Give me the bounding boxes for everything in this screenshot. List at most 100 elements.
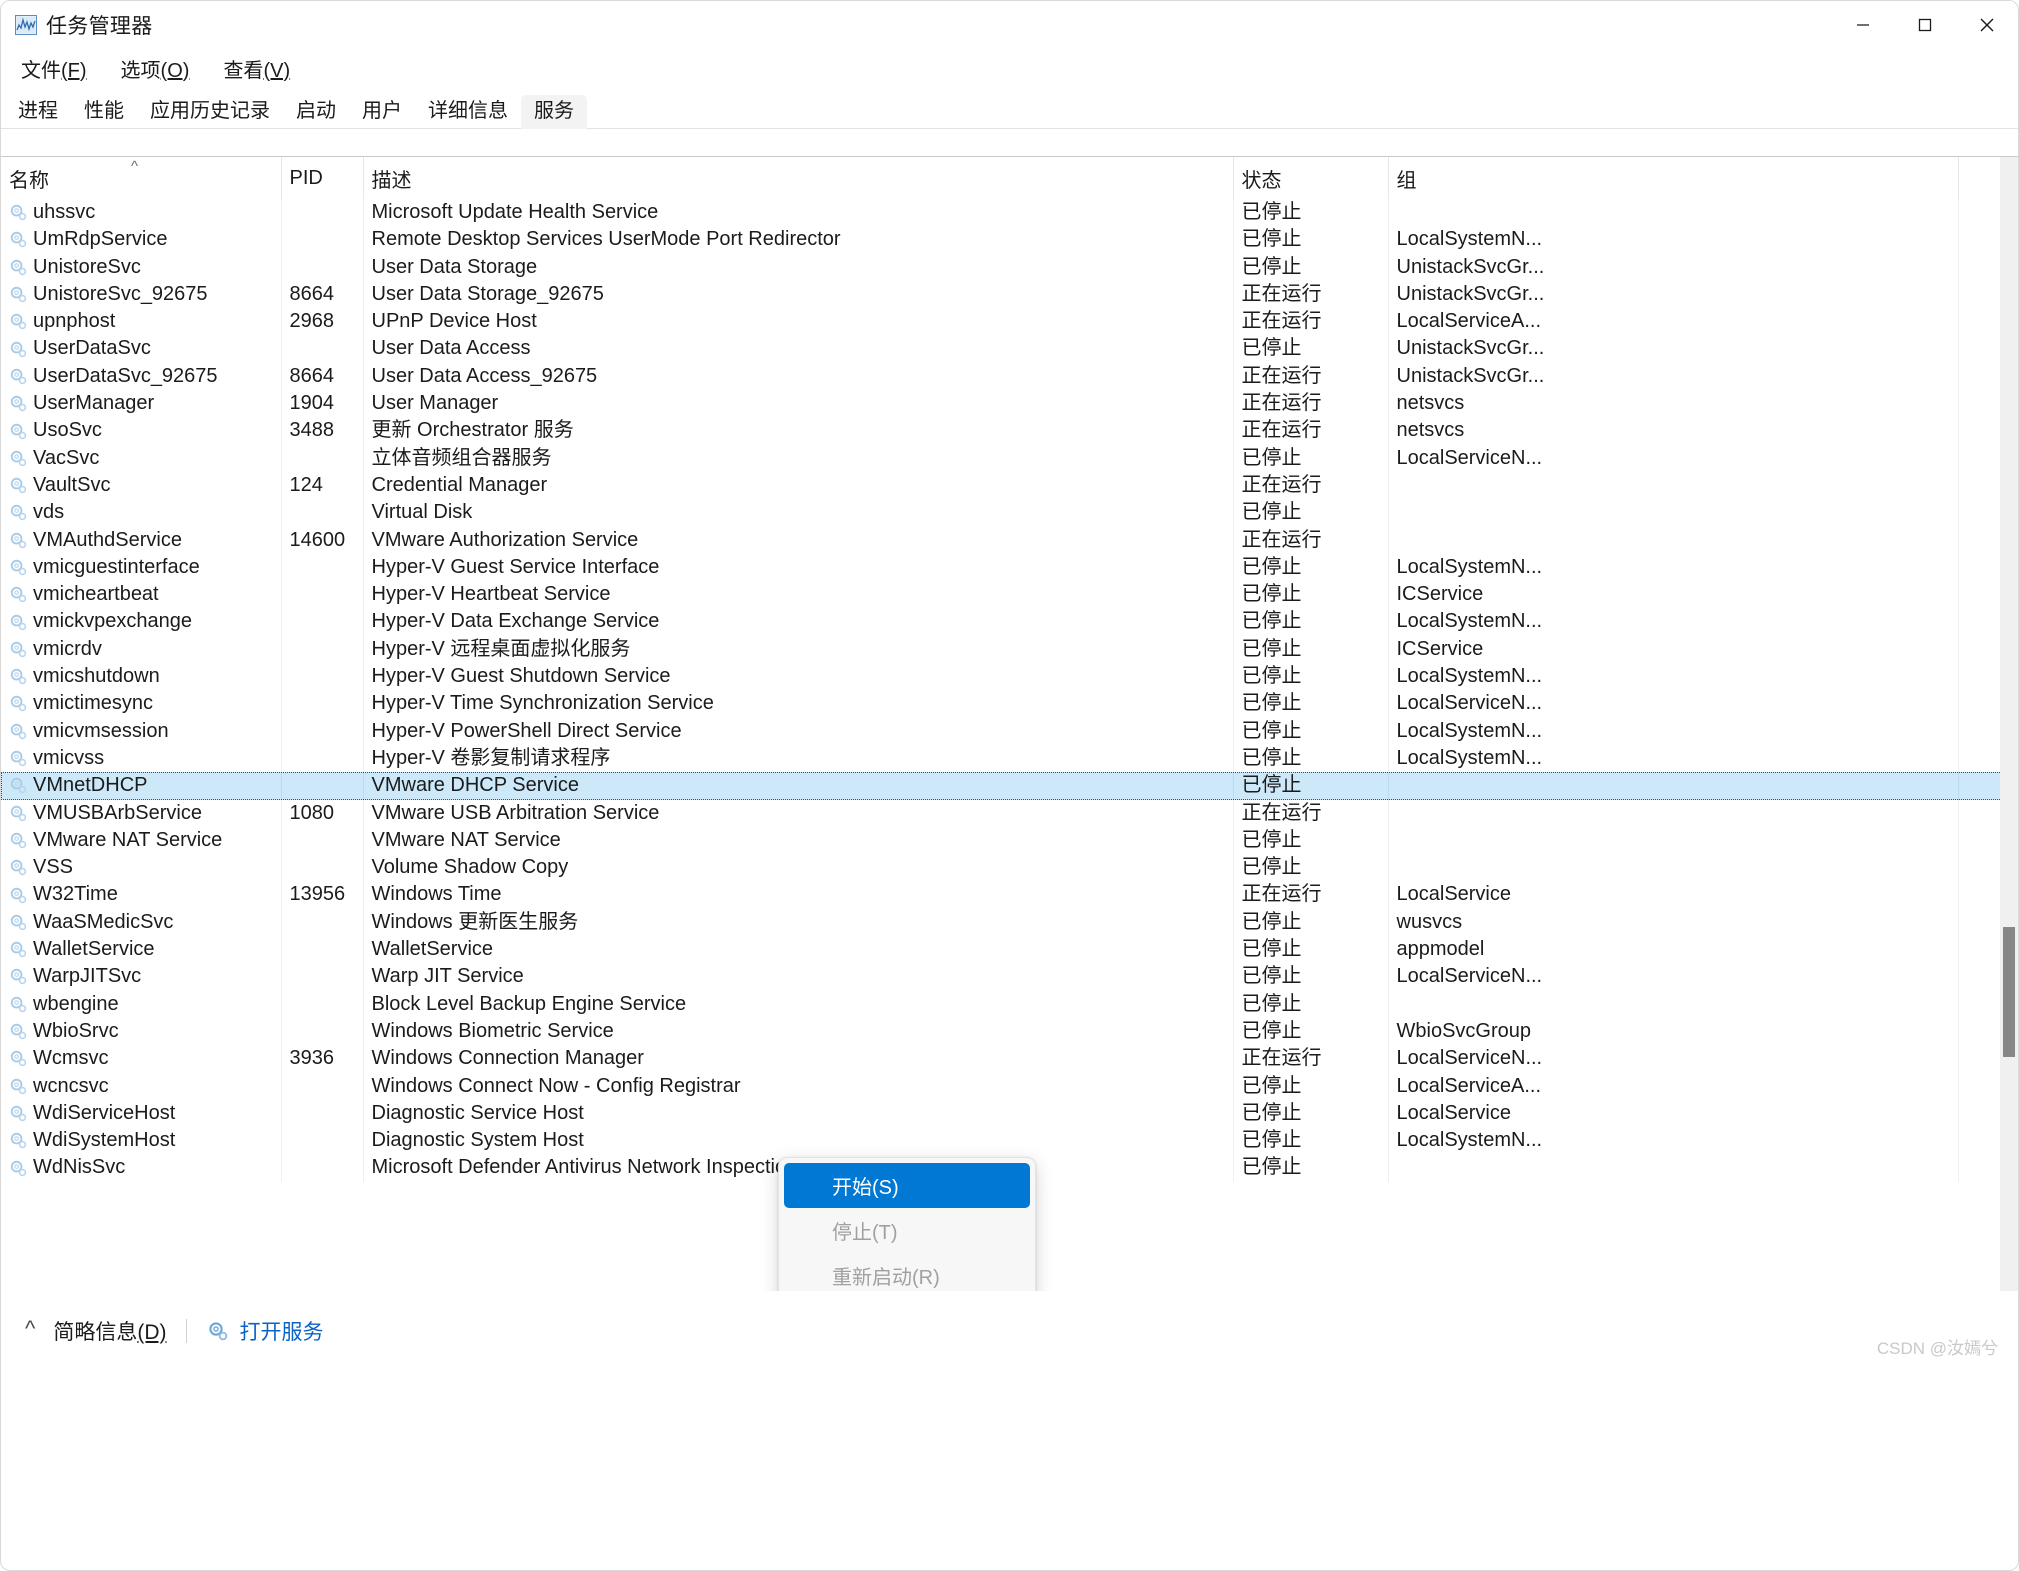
table-row[interactable]: wbengineBlock Level Backup Engine Servic…: [1, 991, 2002, 1018]
menu-file[interactable]: 文件(F): [13, 52, 95, 85]
cell-description: Hyper-V Time Synchronization Service: [363, 690, 1233, 717]
minimize-button[interactable]: [1832, 1, 1894, 49]
table-row[interactable]: UserDataSvcUser Data Access已停止UnistackSv…: [1, 335, 2002, 362]
table-row[interactable]: UserManager1904User Manager正在运行netsvcs: [1, 390, 2002, 417]
column-header-group[interactable]: 组: [1388, 157, 1958, 199]
table-row[interactable]: vmicrdvHyper-V 远程桌面虚拟化服务已停止ICService: [1, 636, 2002, 663]
cell-filler: [1958, 1100, 2002, 1127]
cell-status: 已停止: [1233, 1100, 1388, 1127]
service-name-label: VaultSvc: [33, 472, 110, 499]
cell-description: Diagnostic Service Host: [363, 1100, 1233, 1127]
table-row[interactable]: vmicvssHyper-V 卷影复制请求程序已停止LocalSystemN..…: [1, 745, 2002, 772]
open-services-link[interactable]: 打开服务: [207, 1316, 323, 1346]
table-row[interactable]: UmRdpServiceRemote Desktop Services User…: [1, 226, 2002, 253]
table-row[interactable]: W32Time13956Windows Time正在运行LocalService: [1, 881, 2002, 908]
cell-service-name: WarpJITSvc: [1, 963, 281, 990]
tab-details[interactable]: 详细信息: [415, 95, 521, 129]
table-row[interactable]: vdsVirtual Disk已停止: [1, 499, 2002, 526]
column-header-status[interactable]: 状态: [1233, 157, 1388, 199]
table-row[interactable]: VMware NAT ServiceVMware NAT Service已停止: [1, 827, 2002, 854]
cell-pid: 2968: [281, 308, 363, 335]
cell-service-name: VaultSvc: [1, 472, 281, 499]
tab-strip: 进程 性能 应用历史记录 启动 用户 详细信息 服务: [1, 87, 2018, 129]
tab-app-history[interactable]: 应用历史记录: [137, 95, 283, 129]
table-row[interactable]: vmicguestinterfaceHyper-V Guest Service …: [1, 554, 2002, 581]
cell-pid: 124: [281, 472, 363, 499]
chevron-up-icon[interactable]: ^: [25, 1318, 35, 1340]
maximize-button[interactable]: [1894, 1, 1956, 49]
service-gear-icon: [9, 831, 28, 850]
table-row[interactable]: VMAuthdService14600VMware Authorization …: [1, 527, 2002, 554]
gear-icon: [207, 1320, 229, 1342]
cell-group: [1388, 772, 1958, 799]
table-row[interactable]: VMnetDHCPVMware DHCP Service已停止: [1, 772, 2002, 799]
table-row[interactable]: vmicvmsessionHyper-V PowerShell Direct S…: [1, 718, 2002, 745]
table-row[interactable]: vmictimesyncHyper-V Time Synchronization…: [1, 690, 2002, 717]
table-row[interactable]: uhssvcMicrosoft Update Health Service已停止: [1, 199, 2002, 226]
cell-group: LocalSystemN...: [1388, 745, 1958, 772]
table-row[interactable]: UsoSvc3488更新 Orchestrator 服务正在运行netsvcs: [1, 417, 2002, 444]
tab-services[interactable]: 服务: [521, 95, 587, 129]
brief-info-button[interactable]: 简略信息(D): [53, 1316, 166, 1346]
table-row[interactable]: Wcmsvc3936Windows Connection Manager正在运行…: [1, 1045, 2002, 1072]
column-header-pid[interactable]: PID: [281, 157, 363, 199]
table-row[interactable]: vmicheartbeatHyper-V Heartbeat Service已停…: [1, 581, 2002, 608]
vertical-scrollbar[interactable]: [2000, 157, 2018, 1291]
table-row[interactable]: VSSVolume Shadow Copy已停止: [1, 854, 2002, 881]
cell-group: LocalSystemN...: [1388, 226, 1958, 253]
menu-bar: 文件(F) 选项(O) 查看(V): [1, 49, 2018, 87]
tab-processes[interactable]: 进程: [5, 95, 71, 129]
service-gear-icon: [9, 503, 28, 522]
close-button[interactable]: [1956, 1, 2018, 49]
table-row[interactable]: WalletServiceWalletService已停止appmodel: [1, 936, 2002, 963]
cell-service-name: vds: [1, 499, 281, 526]
table-row[interactable]: VMUSBArbService1080VMware USB Arbitratio…: [1, 800, 2002, 827]
service-name-label: vmicrdv: [33, 636, 102, 663]
cell-group: [1388, 991, 1958, 1018]
cell-filler: [1958, 1018, 2002, 1045]
table-row[interactable]: WbioSrvcWindows Biometric Service已停止Wbio…: [1, 1018, 2002, 1045]
service-gear-icon: [9, 1022, 28, 1041]
context-menu-item-start[interactable]: 开始(S): [784, 1163, 1030, 1208]
cell-service-name: VacSvc: [1, 445, 281, 472]
column-header-name[interactable]: 名称 ^: [1, 157, 281, 199]
table-row[interactable]: wcncsvcWindows Connect Now - Config Regi…: [1, 1073, 2002, 1100]
cell-description: User Data Access_92675: [363, 363, 1233, 390]
service-gear-icon: [9, 967, 28, 986]
column-header-description[interactable]: 描述: [363, 157, 1233, 199]
tab-startup[interactable]: 启动: [283, 95, 349, 129]
scrollbar-thumb[interactable]: [2003, 927, 2015, 1057]
cell-status: 已停止: [1233, 1127, 1388, 1154]
table-row[interactable]: vmickvpexchangeHyper-V Data Exchange Ser…: [1, 608, 2002, 635]
table-row[interactable]: WaaSMedicSvcWindows 更新医生服务已停止wusvcs: [1, 909, 2002, 936]
service-name-label: VMware NAT Service: [33, 827, 222, 854]
table-row[interactable]: upnphost2968UPnP Device Host正在运行LocalSer…: [1, 308, 2002, 335]
cell-group: [1388, 827, 1958, 854]
cell-service-name: VMware NAT Service: [1, 827, 281, 854]
table-row[interactable]: UserDataSvc_926758664User Data Access_92…: [1, 363, 2002, 390]
service-gear-icon: [9, 312, 28, 331]
table-row[interactable]: WdiSystemHostDiagnostic System Host已停止Lo…: [1, 1127, 2002, 1154]
cell-filler: [1958, 199, 2002, 226]
menu-view[interactable]: 查看(V): [215, 52, 298, 85]
service-name-label: WdiSystemHost: [33, 1127, 175, 1154]
table-row[interactable]: vmicshutdownHyper-V Guest Shutdown Servi…: [1, 663, 2002, 690]
tab-users[interactable]: 用户: [349, 95, 415, 129]
cell-pid: [281, 1100, 363, 1127]
cell-pid: [281, 909, 363, 936]
menu-options-mnemonic: (O): [161, 60, 190, 82]
table-row[interactable]: UnistoreSvcUser Data Storage已停止UnistackS…: [1, 254, 2002, 281]
cell-pid: [281, 1018, 363, 1045]
table-row[interactable]: UnistoreSvc_926758664User Data Storage_9…: [1, 281, 2002, 308]
table-row[interactable]: VacSvc立体音频组合器服务已停止LocalServiceN...: [1, 445, 2002, 472]
service-gear-icon: [9, 613, 28, 632]
table-row[interactable]: VaultSvc124Credential Manager正在运行: [1, 472, 2002, 499]
cell-description: Hyper-V Data Exchange Service: [363, 608, 1233, 635]
table-row[interactable]: WdiServiceHostDiagnostic Service Host已停止…: [1, 1100, 2002, 1127]
table-row[interactable]: WarpJITSvcWarp JIT Service已停止LocalServic…: [1, 963, 2002, 990]
cell-status: 正在运行: [1233, 800, 1388, 827]
cell-filler: [1958, 1154, 2002, 1181]
menu-options[interactable]: 选项(O): [113, 52, 198, 85]
tab-performance[interactable]: 性能: [71, 95, 137, 129]
cell-service-name: vmicrdv: [1, 636, 281, 663]
